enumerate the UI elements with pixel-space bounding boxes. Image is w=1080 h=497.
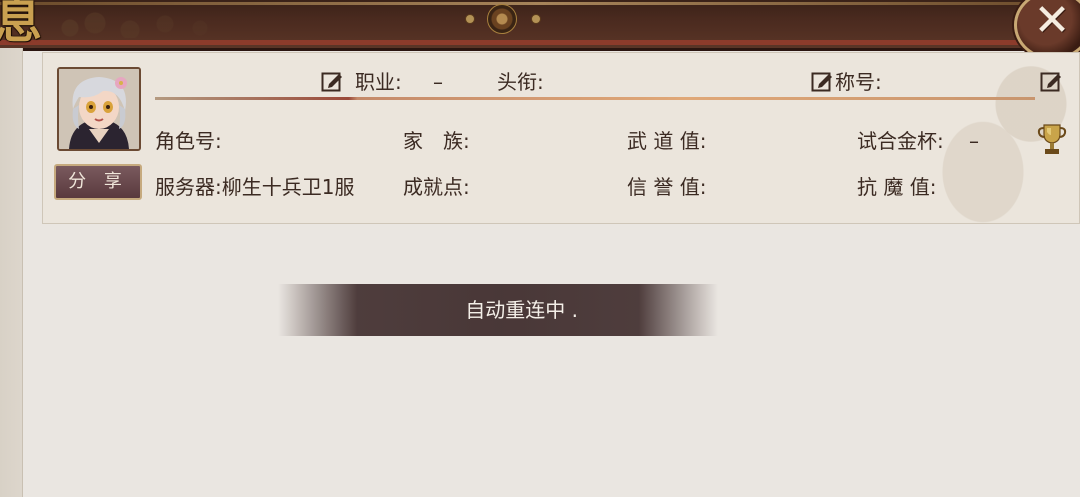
job-value: – (433, 70, 443, 94)
achievement-label: 成就点: (403, 175, 470, 199)
cloud-pattern-decoration (50, 8, 230, 38)
avatar[interactable] (57, 67, 141, 151)
credit-label: 信 誉 值: (627, 175, 707, 199)
role-id-label: 角色号: (155, 129, 222, 153)
trophy-icon[interactable] (1036, 122, 1068, 156)
ornament-dot-left (465, 14, 475, 24)
ornament-dot-right (531, 14, 541, 24)
reconnect-toast-text: 自动重连中 . (465, 298, 578, 322)
ornament-medallion-icon (487, 4, 517, 34)
title-edit-icon[interactable] (811, 70, 833, 92)
wudao-label: 武 道 值: (627, 129, 707, 153)
top-bar-red-line (0, 40, 1080, 45)
job-label: 职业: (355, 70, 402, 94)
profile-divider (155, 97, 1035, 100)
anti-magic-label: 抗 魔 值: (857, 175, 937, 199)
rank-label: 头衔: (497, 70, 544, 94)
family-label: 家 族: (403, 129, 470, 153)
close-icon[interactable]: ✕ (1028, 0, 1076, 45)
trial-cup-value: – (969, 129, 979, 153)
title-label: 称号: (835, 70, 882, 94)
top-bar (0, 0, 1080, 51)
signature-edit-icon[interactable] (1040, 70, 1062, 92)
share-button[interactable]: 分 享 (54, 164, 142, 200)
edit-icon[interactable] (321, 70, 343, 92)
top-bar-gold-line (0, 2, 1080, 5)
window-title-glyph: 息 (0, 0, 43, 49)
trial-cup-label: 试合金杯: (857, 129, 944, 153)
avatar-portrait-icon (59, 69, 139, 149)
left-border-strip (0, 48, 23, 497)
server-label: 服务器:柳生十兵卫1服 (155, 175, 355, 199)
